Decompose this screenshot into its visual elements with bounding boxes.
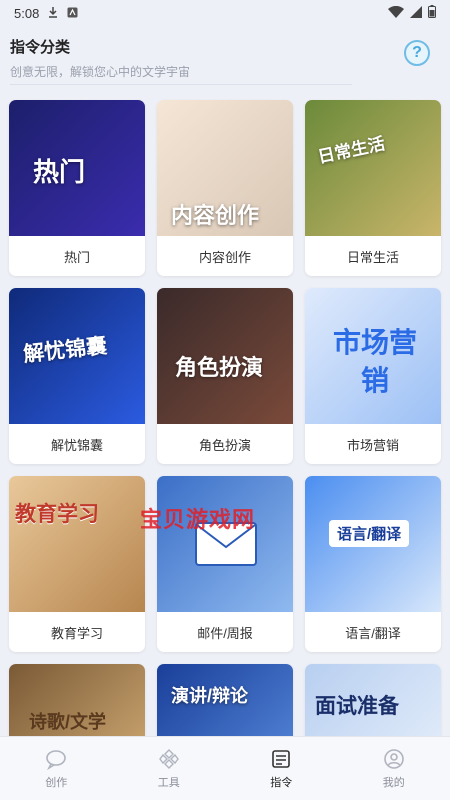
- profile-icon: [383, 748, 405, 770]
- thumbnail-text: 演讲/辩论: [171, 686, 249, 706]
- nav-commands-label: 指令: [270, 776, 293, 789]
- header-divider: [10, 84, 352, 85]
- category-card[interactable]: 市场营销 市场营销: [305, 288, 441, 464]
- nav-create[interactable]: 创作: [16, 748, 96, 790]
- thumbnail-text: 市场营销: [332, 327, 417, 396]
- category-thumbnail: 解忧锦囊: [9, 288, 145, 424]
- category-thumbnail: 角色扮演: [157, 288, 293, 424]
- category-label: 市场营销: [346, 437, 399, 453]
- category-card[interactable]: 教育学习 教育学习: [9, 476, 145, 652]
- status-time: 5:08: [14, 5, 40, 21]
- thumbnail-text: 诗歌/文学: [29, 712, 107, 732]
- category-label: 角色扮演: [198, 437, 251, 453]
- envelope-icon: [195, 522, 257, 571]
- thumbnail-text: 日常生活: [316, 134, 387, 167]
- nav-create-label: 创作: [45, 776, 68, 789]
- signal-icon: [410, 5, 422, 21]
- help-icon[interactable]: ?: [404, 40, 430, 66]
- nav-profile[interactable]: 我的: [354, 748, 434, 790]
- status-bar: 5:08: [0, 0, 450, 26]
- category-label: 热门: [63, 249, 90, 265]
- category-card[interactable]: 语言/翻译 语言/翻译: [305, 476, 441, 652]
- page-title: 指令分类: [10, 39, 71, 56]
- nav-tools-label: 工具: [157, 776, 180, 789]
- commands-icon: [270, 748, 292, 770]
- thumbnail-text: 热门: [33, 157, 86, 187]
- battery-icon: [428, 5, 436, 21]
- category-label: 语言/翻译: [345, 625, 401, 641]
- nav-profile-label: 我的: [382, 776, 405, 789]
- category-card[interactable]: 日常生活 日常生活: [305, 100, 441, 276]
- category-card[interactable]: 内容创作 内容创作: [157, 100, 293, 276]
- nav-tools[interactable]: 工具: [129, 748, 209, 790]
- category-card[interactable]: 解忧锦囊 解忧锦囊: [9, 288, 145, 464]
- thumbnail-text: 解忧锦囊: [22, 334, 109, 367]
- tools-icon: [158, 748, 180, 770]
- category-card[interactable]: 热门 热门: [9, 100, 145, 276]
- category-label: 教育学习: [50, 625, 103, 641]
- category-thumbnail: 日常生活: [305, 100, 441, 236]
- category-thumbnail: 内容创作: [157, 100, 293, 236]
- thumbnail-text: 语言/翻译: [329, 520, 410, 547]
- page-subtitle: 创意无限，解锁您心中的文学宇宙: [10, 65, 191, 79]
- category-card[interactable]: 邮件/周报: [157, 476, 293, 652]
- bottom-nav: 创作 工具 指令 我的: [0, 736, 450, 800]
- category-thumbnail: 语言/翻译: [305, 476, 441, 612]
- nav-commands[interactable]: 指令: [241, 748, 321, 790]
- page-header: 指令分类 创意无限，解锁您心中的文学宇宙 ?: [0, 28, 450, 90]
- thumbnail-text: 面试准备: [315, 695, 399, 718]
- category-thumbnail: [157, 476, 293, 612]
- category-label: 内容创作: [198, 249, 251, 265]
- category-label: 日常生活: [346, 249, 399, 265]
- download-icon: [47, 6, 59, 21]
- category-label: 邮件/周报: [197, 625, 253, 641]
- thumbnail-text: 教育学习: [15, 503, 99, 526]
- category-thumbnail: 热门: [9, 100, 145, 236]
- app-notification-icon: [67, 6, 78, 21]
- category-label: 解忧锦囊: [50, 437, 103, 453]
- category-card[interactable]: 角色扮演 角色扮演: [157, 288, 293, 464]
- thumbnail-text: 内容创作: [171, 203, 260, 228]
- wifi-icon: [388, 5, 404, 21]
- create-icon: [45, 748, 67, 770]
- thumbnail-text: 角色扮演: [175, 355, 264, 380]
- category-thumbnail: 市场营销: [305, 288, 441, 424]
- category-thumbnail: 教育学习: [9, 476, 145, 612]
- category-grid: 热门 热门 内容创作 内容创作 日常生活 日常生活 解忧锦囊 解忧锦囊 角色扮演 角色扮演 市场营销…: [9, 100, 441, 800]
